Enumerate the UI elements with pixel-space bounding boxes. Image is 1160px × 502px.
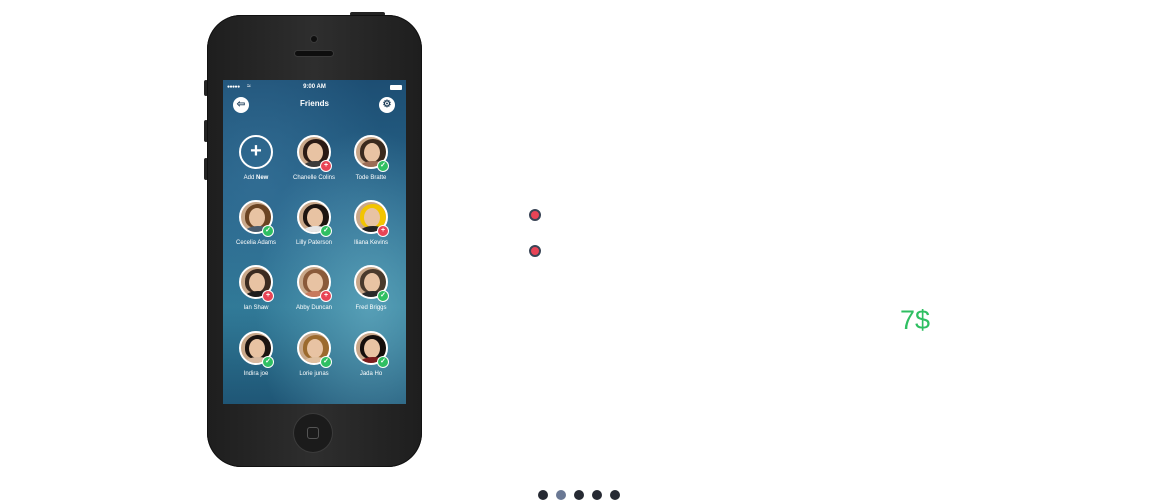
check-icon[interactable]: ✓ xyxy=(263,226,273,236)
add-new-label: Add New xyxy=(243,175,269,181)
friend-item[interactable]: + Iliana Kevins xyxy=(341,200,401,246)
pagination-dot[interactable] xyxy=(538,490,548,500)
friend-name: Indira joe xyxy=(243,371,269,377)
avatar[interactable]: + xyxy=(297,265,331,301)
add-friend-icon[interactable]: + xyxy=(378,226,388,236)
friend-item[interactable]: + Ian Shaw xyxy=(226,265,286,311)
check-icon[interactable]: ✓ xyxy=(378,357,388,367)
friend-item[interactable]: + Abby Duncan xyxy=(284,265,344,311)
home-button-icon xyxy=(307,427,319,439)
pagination-dot[interactable] xyxy=(610,490,620,500)
check-icon[interactable]: ✓ xyxy=(378,161,388,171)
pagination-dot[interactable] xyxy=(592,490,602,500)
add-new-button[interactable]: + Add New xyxy=(226,135,286,181)
avatar[interactable]: + xyxy=(239,265,273,301)
friend-name: Iliana Kevins xyxy=(353,240,389,246)
avatar[interactable]: + xyxy=(297,135,331,171)
battery-icon xyxy=(390,85,402,90)
check-icon[interactable]: ✓ xyxy=(321,357,331,367)
add-icon[interactable]: + xyxy=(239,135,273,169)
friend-item[interactable]: ✓ Lorie junas xyxy=(284,331,344,377)
friend-name: Chanelle Colins xyxy=(292,175,336,181)
status-bar: ●●●●● ≈ 9:00 AM xyxy=(223,80,406,94)
pagination-dot[interactable] xyxy=(574,490,584,500)
friend-item[interactable]: ✓ Tode Bratte xyxy=(341,135,401,181)
friend-item[interactable]: ✓ Lilly Paterson xyxy=(284,200,344,246)
add-friend-icon[interactable]: + xyxy=(321,161,331,171)
feature-bullet xyxy=(529,245,541,257)
settings-icon[interactable]: ⚙ xyxy=(379,97,395,113)
friend-item[interactable]: ✓ Indira joe xyxy=(226,331,286,377)
add-friend-icon[interactable]: + xyxy=(263,291,273,301)
app-screen: ●●●●● ≈ 9:00 AM ⇦ Friends ⚙ + Add New + C… xyxy=(223,80,406,404)
friend-name: Abby Duncan xyxy=(295,305,333,311)
friend-name: Tode Bratte xyxy=(355,175,387,181)
check-icon[interactable]: ✓ xyxy=(378,291,388,301)
friend-name: Lorie junas xyxy=(299,371,329,377)
check-icon[interactable]: ✓ xyxy=(321,226,331,236)
avatar[interactable]: ✓ xyxy=(354,135,388,171)
friend-name: Lilly Paterson xyxy=(295,240,333,246)
avatar[interactable]: ✓ xyxy=(297,331,331,367)
friend-name: Fred Briggs xyxy=(355,305,387,311)
friend-item[interactable]: ✓ Fred Briggs xyxy=(341,265,401,311)
check-icon[interactable]: ✓ xyxy=(263,357,273,367)
avatar[interactable]: ✓ xyxy=(239,331,273,367)
avatar[interactable]: ✓ xyxy=(354,331,388,367)
friend-item[interactable]: + Chanelle Colins xyxy=(284,135,344,181)
phone-speaker xyxy=(295,51,333,56)
friend-item[interactable]: ✓ Cecelia Adams xyxy=(226,200,286,246)
feature-bullet xyxy=(529,209,541,221)
status-time: 9:00 AM xyxy=(303,84,326,90)
avatar[interactable]: ✓ xyxy=(297,200,331,236)
avatar[interactable]: + xyxy=(354,200,388,236)
avatar[interactable]: ✓ xyxy=(354,265,388,301)
friend-name: Cecelia Adams xyxy=(235,240,277,246)
friend-item[interactable]: ✓ Jada Ho xyxy=(341,331,401,377)
phone-camera xyxy=(311,36,317,42)
friend-name: Jada Ho xyxy=(359,371,383,377)
price-label: 7$ xyxy=(900,305,931,335)
add-friend-icon[interactable]: + xyxy=(321,291,331,301)
avatar[interactable]: ✓ xyxy=(239,200,273,236)
nav-bar: ⇦ Friends ⚙ xyxy=(223,94,406,116)
pagination-dot[interactable] xyxy=(556,490,566,500)
friend-name: Ian Shaw xyxy=(243,305,269,311)
